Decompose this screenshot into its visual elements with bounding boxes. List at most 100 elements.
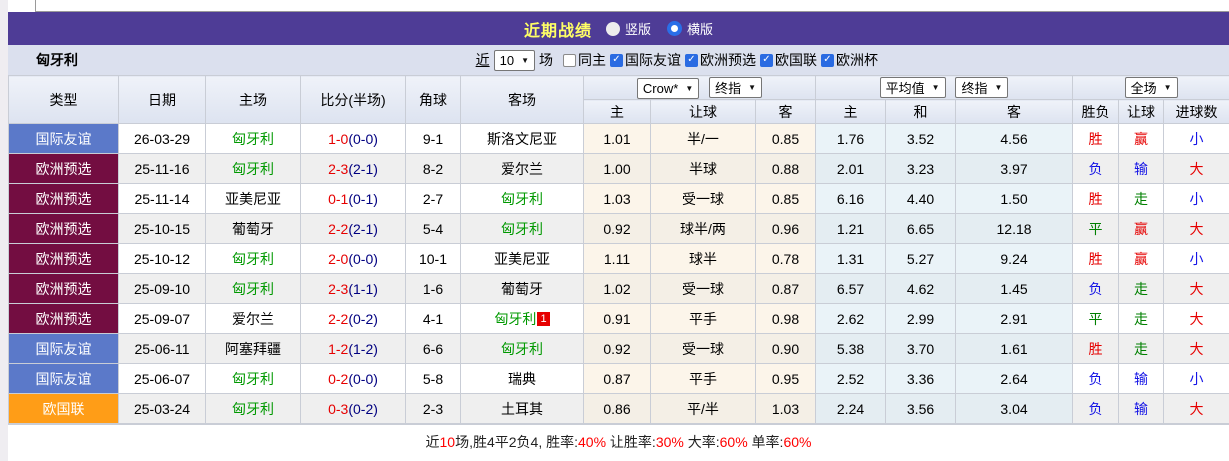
date-cell: 26-03-29: [118, 123, 206, 154]
home-team-cell: 阿塞拜疆: [205, 333, 301, 364]
result-value: 输: [1134, 370, 1149, 387]
fulltime-score: 0-3: [328, 400, 349, 417]
crow-away-odds-cell: 0.85: [754, 183, 817, 214]
avg-draw-odds-cell: 3.23: [885, 153, 957, 184]
fulltime-score: 2-2: [328, 220, 349, 237]
top-strip: [8, 0, 1229, 12]
checkbox-checked-icon[interactable]: ✓: [821, 53, 834, 67]
checkbox-checked-icon[interactable]: ✓: [685, 53, 698, 67]
result-value: 赢: [1134, 130, 1149, 147]
team-name-link[interactable]: 匈牙利: [501, 341, 543, 357]
scope-select[interactable]: 全场 ▼: [1124, 77, 1178, 98]
fulltime-score: 0-2: [328, 370, 349, 387]
results-table: 类型 日期 主场 比分(半场) 角球 客场 Crow* ▼ 终指 ▼ 平均值 ▼…: [8, 75, 1229, 424]
summary-footer: 近10场,胜4平2负4, 胜率:40% 让胜率:30% 大率:60% 单率:60…: [8, 424, 1229, 459]
avg-home-odds-cell: 1.76: [815, 123, 887, 154]
header-score: 比分(半场): [300, 75, 406, 124]
result-value: 输: [1134, 160, 1149, 177]
avg-away-odds-cell: 9.24: [955, 243, 1074, 274]
radio-unselected-icon[interactable]: [605, 21, 620, 36]
home-team-cell: 匈牙利: [205, 393, 301, 424]
league-checkbox[interactable]: 同主: [563, 50, 606, 70]
avg-draw-odds-cell: 5.27: [885, 243, 957, 274]
away-team-cell: 匈牙利: [460, 183, 584, 214]
top-box-edge: [35, 0, 1229, 12]
home-team-cell: 匈牙利: [205, 123, 301, 154]
crow-group-header: Crow* ▼ 终指 ▼: [582, 75, 817, 100]
handicap-result-cell: 走: [1118, 333, 1165, 364]
avg-draw-odds-cell: 4.62: [885, 273, 957, 304]
subheader-winlose: 胜负: [1072, 99, 1120, 124]
radio-selected-icon[interactable]: [667, 21, 682, 36]
halftime-score: (0-1): [348, 190, 378, 207]
table-row: 欧洲预选 25-11-14 亚美尼亚 0-1(0-1) 2-7 匈牙利 1.03 受一球 0.8…: [8, 183, 1229, 214]
winlose-result-cell: 负: [1072, 273, 1120, 304]
result-value: 负: [1088, 370, 1103, 387]
team-name-link[interactable]: 匈牙利: [501, 221, 543, 237]
result-value: 小: [1189, 130, 1204, 147]
crow-away-odds-cell: 0.85: [754, 123, 817, 154]
match-type-cell: 国际友谊: [8, 123, 119, 154]
result-value: 大: [1189, 310, 1204, 327]
header-home: 主场: [205, 75, 301, 124]
checkbox-unchecked-icon[interactable]: [563, 53, 576, 67]
radio-vertical-option[interactable]: 竖版: [605, 19, 651, 38]
avg-source-select[interactable]: 平均值 ▼: [879, 77, 946, 98]
away-team-cell: 匈牙利: [460, 213, 584, 244]
away-team-cell: 土耳其: [460, 393, 584, 424]
avg-home-odds-cell: 2.01: [815, 153, 887, 184]
subheader-crow-home: 主: [583, 99, 651, 124]
team-name-link[interactable]: 匈牙利: [232, 131, 274, 147]
crow-home-odds-cell: 0.87: [583, 363, 651, 394]
winlose-result-cell: 负: [1072, 363, 1120, 394]
crow-index-select[interactable]: 终指 ▼: [709, 76, 763, 98]
score-cell: 0-2(0-0): [300, 363, 406, 394]
avg-draw-odds-cell: 4.40: [885, 183, 957, 214]
league-checkbox[interactable]: ✓ 欧国联: [760, 50, 817, 70]
table-row: 欧国联 25-03-24 匈牙利 0-3(0-2) 2-3 土耳其 0.86 平/半 1.03 2…: [8, 393, 1229, 424]
team-name-link: 葡萄牙: [501, 280, 543, 297]
team-name-link[interactable]: 匈牙利: [501, 191, 543, 207]
handicap-result-cell: 输: [1118, 363, 1165, 394]
avg-home-odds-cell: 2.24: [815, 393, 887, 424]
radio-horizontal-option[interactable]: 横版: [667, 19, 713, 38]
team-name-link[interactable]: 匈牙利: [232, 251, 274, 267]
league-checkbox-label: 同主: [578, 52, 606, 68]
goals-result-cell: 小: [1163, 183, 1229, 214]
result-value: 大: [1189, 280, 1204, 297]
avg-away-odds-cell: 3.04: [955, 393, 1074, 424]
avg-index-select[interactable]: 终指 ▼: [955, 77, 1009, 98]
team-name-link[interactable]: 匈牙利: [232, 371, 274, 387]
fulltime-score: 0-1: [328, 190, 349, 207]
result-value: 小: [1189, 190, 1204, 207]
home-team-cell: 匈牙利: [205, 153, 301, 184]
team-name-link[interactable]: 匈牙利: [232, 281, 274, 297]
crow-handicap-cell: 平手: [650, 363, 756, 394]
avg-draw-odds-cell: 3.52: [885, 123, 957, 154]
crow-home-odds-cell: 0.92: [583, 213, 651, 244]
avg-home-odds-cell: 6.57: [815, 273, 887, 304]
team-name-link[interactable]: 匈牙利: [494, 311, 536, 327]
team-name-link[interactable]: 匈牙利: [232, 161, 274, 177]
games-count-select[interactable]: 10 ▼: [493, 49, 535, 71]
crow-away-odds-cell: 1.03: [754, 393, 817, 424]
team-name-link[interactable]: 匈牙利: [232, 401, 274, 417]
checkbox-checked-icon[interactable]: ✓: [760, 53, 773, 67]
halftime-score: (1-2): [348, 340, 378, 357]
team-name-link: 爱尔兰: [232, 310, 274, 327]
crow-source-select[interactable]: Crow* ▼: [636, 77, 700, 99]
avg-draw-odds-cell: 2.99: [885, 303, 957, 334]
league-checkbox[interactable]: ✓ 欧洲预选: [685, 50, 756, 70]
league-checkbox[interactable]: ✓ 欧洲杯: [821, 50, 878, 70]
home-team-cell: 匈牙利: [205, 273, 301, 304]
score-cell: 2-0(0-0): [300, 243, 406, 274]
near-link[interactable]: 近: [476, 50, 490, 70]
checkbox-checked-icon[interactable]: ✓: [610, 53, 623, 67]
results-tbody: 国际友谊 26-03-29 匈牙利 1-0(0-0) 9-1 斯洛文尼亚 1.01 半/一 0.…: [8, 123, 1229, 424]
league-checkbox[interactable]: ✓ 国际友谊: [610, 50, 681, 70]
result-value: 负: [1088, 280, 1103, 297]
corner-cell: 4-1: [405, 303, 461, 334]
goals-result-cell: 大: [1163, 333, 1229, 364]
result-value: 大: [1189, 160, 1204, 177]
avg-source-value: 平均值: [885, 81, 925, 96]
